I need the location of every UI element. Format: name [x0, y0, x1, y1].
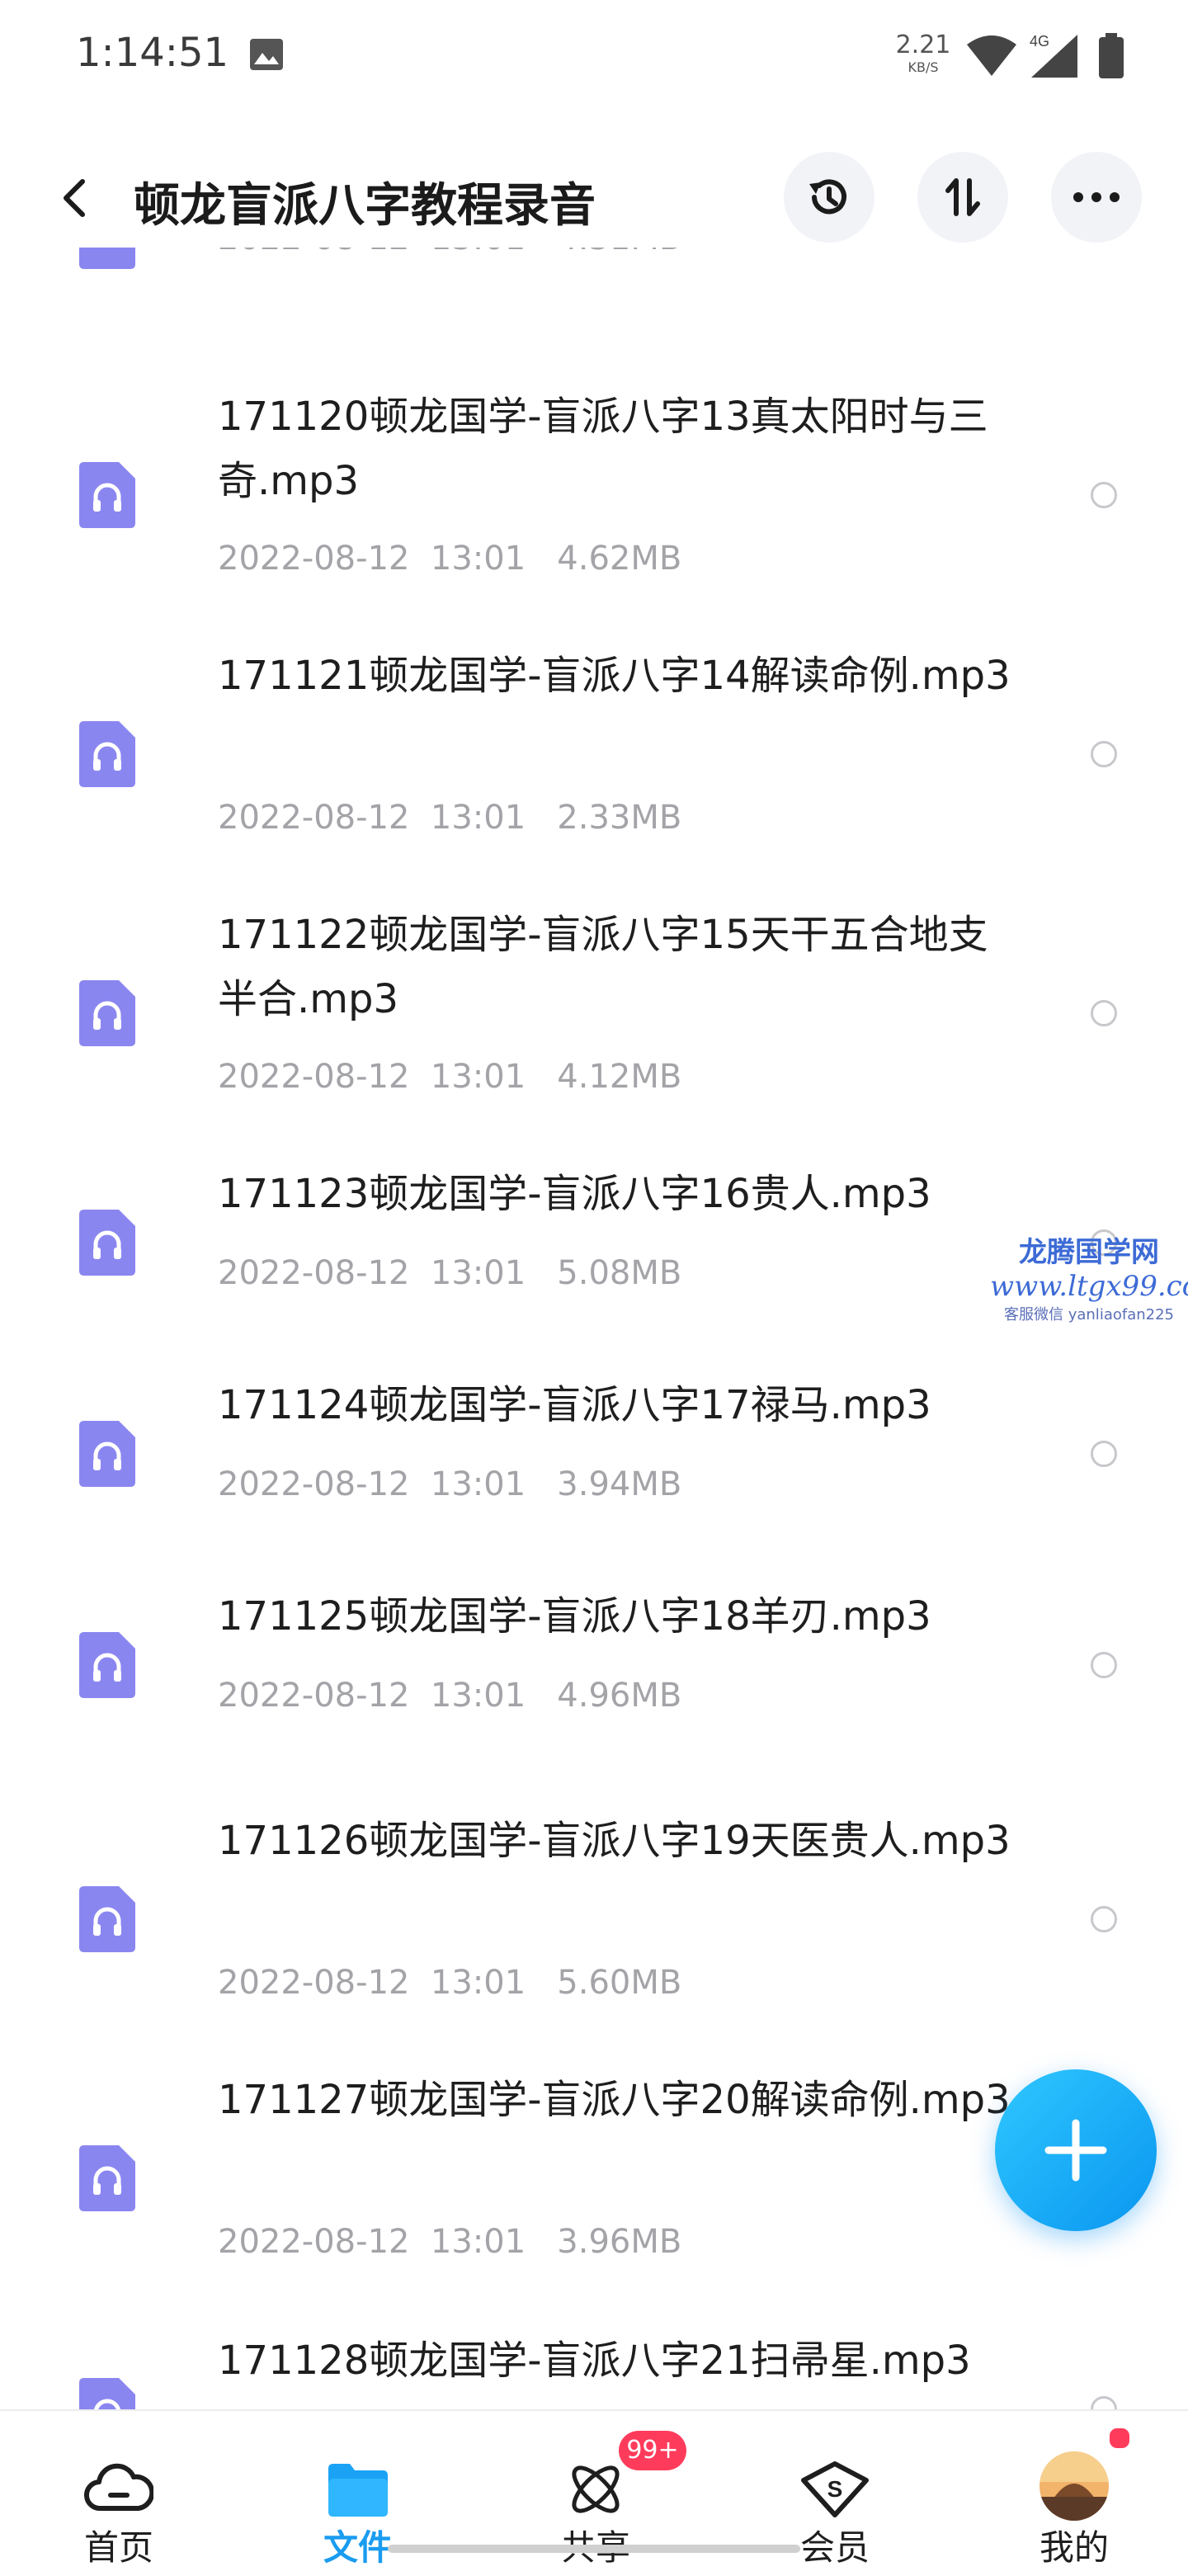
file-meta: 2022-08-12 13:01 4.62MB — [218, 540, 682, 578]
file-name: 171126顿龙国学-盲派八字19天医贵人.mp3 — [218, 1818, 1011, 1864]
wifi-icon — [967, 35, 1016, 76]
watermark-site-name: 龙腾国学网 — [1019, 1236, 1159, 1269]
vip-diamond-icon: S — [801, 2461, 869, 2517]
network-speed-unit: KB/S — [908, 59, 939, 75]
status-time: 1:14:51 — [76, 30, 229, 76]
cloud-icon — [84, 2463, 153, 2512]
network-speed-value: 2.21 — [895, 31, 951, 59]
sort-icon — [945, 178, 980, 216]
cellular-signal-icon: 4G — [1030, 33, 1077, 78]
watermark-url: www.ltgx99.com — [990, 1270, 1188, 1303]
audio-file-icon — [79, 1632, 135, 1698]
back-arrow-icon[interactable] — [51, 173, 101, 223]
audio-file-icon — [79, 980, 135, 1046]
battery-icon — [1099, 33, 1124, 78]
file-row[interactable]: 171121顿龙国学-盲派八字14解读命例.mp3 2022-08-12 13:… — [0, 639, 1188, 870]
select-radio[interactable] — [1091, 1000, 1117, 1026]
file-name: 171124顿龙国学-盲派八字17禄马.mp3 — [218, 1382, 931, 1428]
file-row[interactable]: 171126顿龙国学-盲派八字19天医贵人.mp3 2022-08-12 13:… — [0, 1804, 1188, 2035]
select-radio[interactable] — [1091, 482, 1117, 508]
more-options-button[interactable] — [1051, 152, 1142, 243]
file-meta: 2022-08-12 13:01 4.96MB — [218, 1677, 682, 1715]
audio-file-icon — [79, 248, 135, 269]
file-name: 171121顿龙国学-盲派八字14解读命例.mp3 — [218, 653, 1011, 699]
status-bar: 1:14:51 2.21 KB/S 4G — [0, 0, 1188, 107]
file-name: 171122顿龙国学-盲派八字15天干五合地支半合.mp3 — [218, 912, 988, 1022]
sort-button[interactable] — [917, 152, 1008, 243]
file-meta: 2022-08-12 13:01 4.31MB — [218, 248, 681, 257]
file-meta: 2022-08-12 13:01 3.94MB — [218, 1465, 682, 1503]
audio-file-icon — [79, 1421, 135, 1487]
select-radio[interactable] — [1091, 1906, 1117, 1932]
file-name: 171120顿龙国学-盲派八字13真太阳时与三奇.mp3 — [218, 394, 988, 504]
audio-file-icon — [79, 462, 135, 528]
file-meta: 2022-08-12 13:01 5.60MB — [218, 1964, 682, 2002]
audio-file-icon — [79, 721, 135, 787]
file-name: 171127顿龙国学-盲派八字20解读命例.mp3 — [218, 2077, 1011, 2123]
history-button[interactable] — [784, 152, 874, 243]
file-name: 171123顿龙国学-盲派八字16贵人.mp3 — [218, 1171, 931, 1217]
select-radio[interactable] — [1091, 2396, 1117, 2409]
file-meta: 2022-08-12 13:01 3.96MB — [218, 2223, 682, 2261]
watermark: 龙腾国学网 www.ltgx99.com 客服微信 yanliaofan225 — [990, 1229, 1188, 1324]
select-radio[interactable] — [1091, 1441, 1117, 1467]
page-title: 顿龙盲派八字教程录音 — [134, 179, 596, 233]
audio-file-icon — [79, 2378, 135, 2409]
file-row[interactable]: 2022-08-12 13:01 4.31MB — [0, 248, 1188, 314]
tab-me-label: 我的 — [1039, 2527, 1109, 2568]
file-meta: 2022-08-12 13:01 5.08MB — [218, 1254, 682, 1292]
cell-label: 4G — [1030, 33, 1049, 50]
home-indicator — [388, 2545, 800, 2553]
file-row[interactable]: 171128顿龙国学-盲派八字21扫帚星.mp3 — [0, 2324, 1188, 2409]
audio-file-icon — [79, 1886, 135, 1952]
watermark-contact: 客服微信 yanliaofan225 — [1004, 1306, 1174, 1323]
select-radio[interactable] — [1091, 1652, 1117, 1678]
folder-icon — [328, 2464, 388, 2517]
add-button[interactable] — [995, 2069, 1157, 2231]
audio-file-icon — [79, 1210, 135, 1276]
file-list: 2022-08-12 13:01 4.31MB 171120顿龙国学-盲派八字1… — [0, 248, 1188, 2409]
image-notification-icon — [250, 39, 283, 70]
select-radio[interactable] — [1091, 741, 1117, 767]
tab-home[interactable]: 首页 — [45, 2411, 193, 2576]
file-meta: 2022-08-12 13:01 2.33MB — [218, 799, 682, 837]
notification-dot — [1107, 2426, 1132, 2451]
share-atom-icon — [572, 2465, 620, 2513]
audio-file-icon — [79, 2145, 135, 2211]
avatar-icon — [1040, 2451, 1109, 2521]
app-header: 顿龙盲派八字教程录音 — [0, 149, 1188, 248]
file-row[interactable]: 171120顿龙国学-盲派八字13真太阳时与三奇.mp3 2022-08-12 … — [0, 380, 1188, 611]
file-row[interactable]: 171124顿龙国学-盲派八字17禄马.mp3 2022-08-12 13:01… — [0, 1368, 1188, 1541]
tab-home-label: 首页 — [83, 2527, 153, 2568]
network-speed: 2.21 KB/S — [894, 33, 952, 74]
file-name: 171125顿龙国学-盲派八字18羊刃.mp3 — [218, 1593, 931, 1639]
file-name: 171128顿龙国学-盲派八字21扫帚星.mp3 — [218, 2338, 971, 2384]
history-icon — [809, 179, 846, 215]
svg-text:S: S — [827, 2476, 843, 2502]
file-meta: 2022-08-12 13:01 4.12MB — [218, 1058, 682, 1096]
plus-icon — [1044, 2119, 1107, 2182]
share-count-badge: 99+ — [619, 2431, 686, 2470]
file-row[interactable]: 171125顿龙国学-盲派八字18羊刃.mp3 2022-08-12 13:01… — [0, 1579, 1188, 1753]
more-dots-icon — [1073, 192, 1120, 202]
file-row[interactable]: 171122顿龙国学-盲派八字15天干五合地支半合.mp3 2022-08-12… — [0, 898, 1188, 1129]
